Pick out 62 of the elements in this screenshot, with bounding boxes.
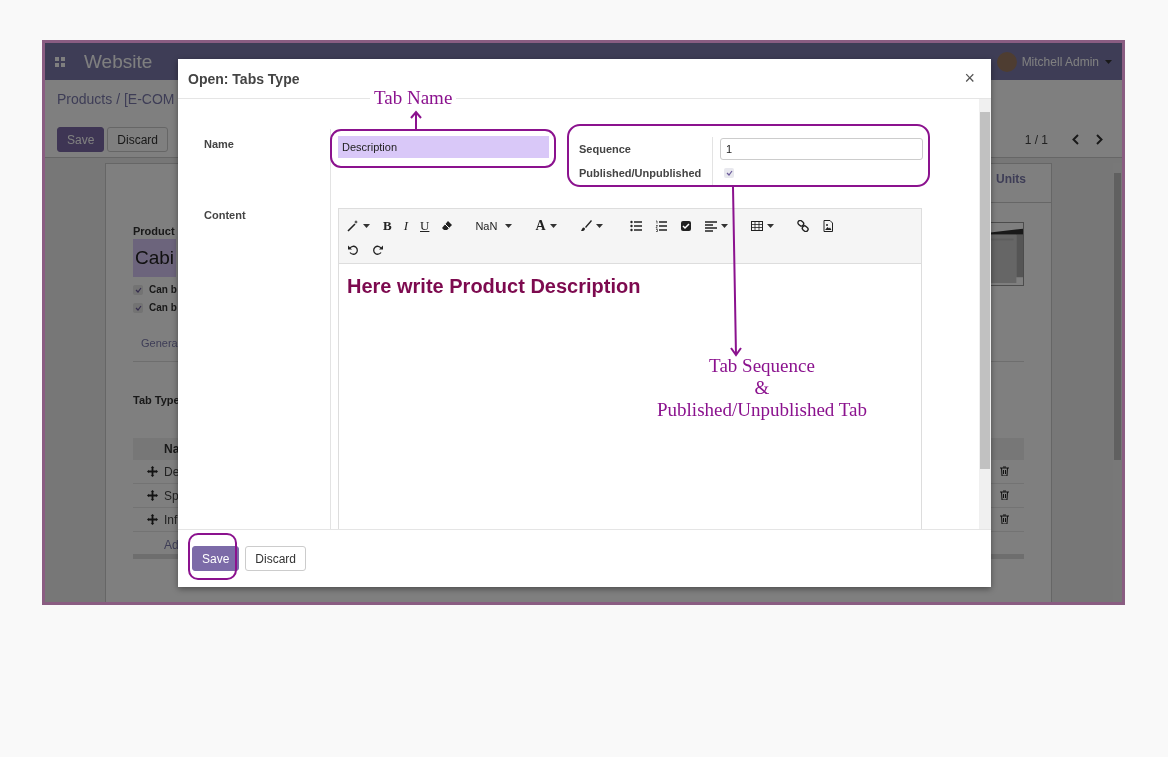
checkbox[interactable] [724, 168, 734, 178]
numbered-list-icon[interactable] [654, 220, 667, 232]
annotation-label: & [754, 377, 770, 399]
annotation-arrow [410, 110, 422, 130]
font-size-button[interactable]: NaN [475, 220, 498, 232]
image-icon[interactable] [821, 220, 834, 232]
caret-icon[interactable] [766, 224, 774, 228]
checkbox-label: Can b [149, 302, 177, 313]
move-icon[interactable] [147, 490, 158, 501]
checkbox-label: Can b [149, 284, 177, 295]
close-button[interactable]: × [958, 68, 981, 89]
table-icon[interactable] [750, 220, 763, 232]
sequence-field[interactable]: 1 [720, 138, 923, 160]
magic-wand-icon[interactable] [347, 220, 359, 232]
redo-icon[interactable] [372, 244, 384, 256]
content-heading: Here write Product Description [347, 275, 642, 298]
align-icon[interactable] [704, 220, 717, 232]
caret-icon[interactable] [505, 224, 513, 228]
annotation-label: Published/Unpublished Tab [657, 399, 867, 421]
table-cell: Inf [164, 512, 178, 527]
move-icon[interactable] [147, 466, 158, 477]
field-label: Content [204, 209, 247, 221]
table-cell: De [164, 464, 180, 479]
trash-icon[interactable] [1000, 514, 1009, 524]
dialog-title: Open: Tabs Type [188, 70, 300, 87]
caret-icon[interactable] [720, 224, 728, 228]
chevron-right-icon[interactable] [1096, 134, 1103, 145]
table-cell: Sp [164, 488, 179, 503]
undo-icon[interactable] [347, 244, 359, 256]
underline-button[interactable]: U [420, 218, 430, 234]
eraser-icon[interactable] [441, 220, 454, 232]
section-title: Tab Type [133, 394, 181, 406]
brush-icon[interactable] [579, 220, 592, 232]
link-icon[interactable] [796, 220, 809, 232]
discard-button[interactable]: Discard [107, 127, 169, 152]
trash-icon[interactable] [1000, 466, 1009, 476]
name-field[interactable]: Description [338, 136, 549, 158]
pager-value: 1 / 1 [1024, 132, 1048, 147]
field-label: Sequence [579, 137, 713, 161]
apps-icon[interactable] [55, 56, 65, 67]
field-label: Product [133, 225, 175, 237]
discard-button[interactable]: Discard [245, 546, 307, 571]
trash-icon[interactable] [1000, 490, 1009, 500]
scrollbar[interactable] [979, 99, 991, 529]
bullet-list-icon[interactable] [629, 220, 642, 232]
annotation-label: Tab Sequence [709, 355, 815, 377]
checkbox[interactable] [133, 302, 143, 313]
bold-button[interactable]: B [383, 218, 392, 234]
highlight-outline [188, 533, 237, 580]
save-button[interactable]: Save [192, 546, 240, 571]
app-title: Website [84, 50, 153, 73]
chevron-left-icon[interactable] [1072, 134, 1079, 145]
caret-icon[interactable] [595, 224, 603, 228]
field-label: Name [204, 138, 235, 150]
font-color-button[interactable]: A [535, 218, 546, 234]
move-icon[interactable] [147, 514, 158, 525]
caret-icon[interactable] [363, 224, 370, 228]
checklist-icon[interactable] [679, 220, 692, 232]
field-label: Published/Unpublished [579, 161, 713, 185]
caret-icon[interactable] [549, 224, 557, 228]
italic-button[interactable]: I [403, 218, 408, 234]
checkbox[interactable] [133, 284, 143, 295]
